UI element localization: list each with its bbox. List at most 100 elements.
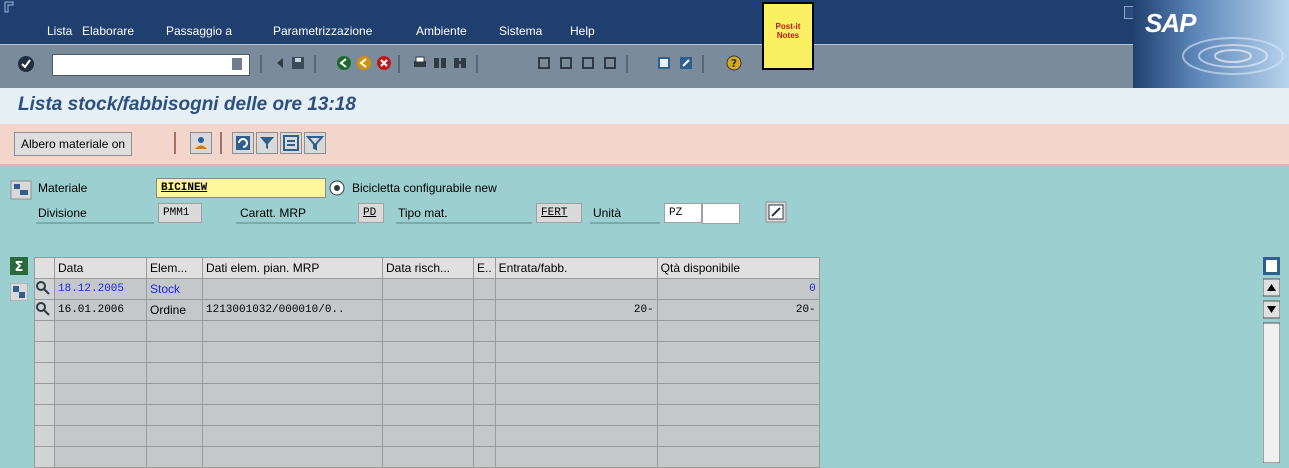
menu-parametrizzazione[interactable]: Parametrizzazione: [273, 24, 372, 38]
toolbar-separator: [314, 55, 316, 73]
select-all-header[interactable]: [34, 257, 55, 279]
last-page-icon[interactable]: [602, 55, 618, 71]
divisione-label: Divisione: [38, 206, 87, 220]
page-title: Lista stock/fabbisogni delle ore 13:18: [18, 94, 356, 115]
cell-e: [473, 299, 496, 321]
column-header[interactable]: Entrata/fabb.: [494, 257, 658, 279]
cancel-icon[interactable]: [376, 55, 392, 71]
toolbar-separator: [260, 55, 262, 73]
previous-page-icon[interactable]: [558, 55, 574, 71]
caratt-mrp-field: PD: [358, 203, 384, 223]
empty-row: [34, 404, 820, 426]
empty-row: [34, 341, 820, 363]
create-session-icon[interactable]: [656, 55, 672, 71]
next-page-icon[interactable]: [580, 55, 596, 71]
cell-qta: 0: [656, 278, 820, 300]
column-header[interactable]: Elem...: [146, 257, 203, 279]
cell-data: 18.12.2005: [54, 278, 147, 300]
empty-row: [34, 425, 820, 447]
menu-elaborare[interactable]: Elaborare: [82, 24, 134, 38]
cell-data: 16.01.2006: [54, 299, 147, 321]
filter-icon[interactable]: [256, 132, 278, 154]
svg-text:Σ: Σ: [15, 260, 24, 275]
command-field[interactable]: [52, 54, 250, 76]
tipo-mat-field: FERT: [536, 203, 582, 223]
column-header[interactable]: E..: [473, 257, 496, 279]
save-icon[interactable]: [290, 55, 306, 71]
table-header-row: Data Elem... Dati elem. pian. MRP Data r…: [34, 257, 820, 279]
toolbar-separator: [702, 55, 704, 73]
sap-logo: SAP: [1145, 8, 1196, 38]
sum-icon[interactable]: Σ: [10, 257, 28, 275]
find-next-icon[interactable]: [452, 55, 468, 71]
column-header[interactable]: Dati elem. pian. MRP: [202, 257, 383, 279]
edit-icon[interactable]: [765, 201, 787, 223]
cell-dati: [202, 278, 383, 300]
toolbar-separator: [398, 55, 400, 73]
menu-sistema[interactable]: Sistema: [499, 24, 542, 38]
divisione-field: PMM1: [158, 203, 202, 223]
post-it-label: Post-it Notes: [775, 22, 801, 40]
back-arrow-icon[interactable]: [272, 55, 288, 71]
details-icon[interactable]: [280, 132, 302, 154]
material-tree-icon[interactable]: [10, 180, 32, 200]
toolbar-separator: [476, 55, 478, 73]
row-detail-icon[interactable]: [34, 278, 55, 300]
label-underline: [36, 222, 154, 224]
settings-filter-icon[interactable]: [304, 132, 326, 154]
cell-qta: 20-: [656, 299, 820, 321]
unita-field: PZ: [664, 203, 702, 223]
label-underline: [236, 222, 356, 224]
toolbar-separator: [626, 55, 628, 73]
cell-elem: Stock: [146, 278, 203, 300]
toolbar-separator: [220, 132, 222, 154]
stock-requirements-table: Data Elem... Dati elem. pian. MRP Data r…: [34, 257, 820, 468]
search-help-icon[interactable]: [329, 180, 345, 196]
window-menu-icon[interactable]: [3, 0, 17, 14]
cell-e: [473, 278, 496, 300]
command-history-icon[interactable]: [232, 58, 242, 70]
table-row[interactable]: 16.01.2006 Ordine 1213001032/000010/0.. …: [34, 299, 820, 321]
user-icon[interactable]: [190, 132, 212, 154]
cell-dati: 1213001032/000010/0..: [202, 299, 383, 321]
unita-label: Unità: [593, 206, 622, 220]
first-page-icon[interactable]: [536, 55, 552, 71]
cell-data-risch: [382, 278, 474, 300]
unita-extra-field: [702, 203, 740, 224]
refresh-icon[interactable]: [232, 132, 254, 154]
column-header[interactable]: Data risch...: [382, 257, 474, 279]
enter-check-icon[interactable]: [18, 56, 34, 72]
vertical-scrollbar[interactable]: [1262, 257, 1281, 464]
materiale-description: Bicicletta configurabile new: [352, 181, 497, 195]
column-header[interactable]: Data: [54, 257, 147, 279]
layout-icon[interactable]: [10, 283, 28, 301]
materiale-label: Materiale: [38, 181, 88, 195]
exit-icon[interactable]: [356, 55, 372, 71]
menu-help[interactable]: Help: [570, 24, 595, 38]
row-detail-icon[interactable]: [34, 299, 55, 321]
column-header[interactable]: Qtà disponibile: [656, 257, 820, 279]
materiale-field[interactable]: BICINEW: [156, 178, 326, 198]
caratt-mrp-label: Caratt. MRP: [240, 206, 307, 220]
menu-lista[interactable]: Lista: [47, 24, 72, 38]
menu-ambiente[interactable]: Ambiente: [416, 24, 467, 38]
cell-entrata: [494, 278, 658, 300]
back-icon[interactable]: [336, 55, 352, 71]
empty-row: [34, 320, 820, 342]
find-icon[interactable]: [432, 55, 448, 71]
empty-row: [34, 383, 820, 405]
table-row[interactable]: 18.12.2005 Stock 0: [34, 278, 820, 300]
menu-passaggio-a[interactable]: Passaggio a: [166, 24, 232, 38]
empty-row: [34, 446, 820, 468]
shortcut-icon[interactable]: [678, 55, 694, 71]
help-icon[interactable]: ?: [726, 55, 742, 71]
empty-row: [34, 362, 820, 384]
material-tree-button[interactable]: Albero materiale on: [14, 132, 133, 156]
svg-text:?: ?: [731, 57, 737, 70]
label-underline: [396, 222, 532, 224]
tipo-mat-label: Tipo mat.: [398, 206, 448, 220]
cell-elem: Ordine: [146, 299, 203, 321]
toolbar-separator: [174, 132, 176, 154]
print-icon[interactable]: [412, 55, 428, 71]
cell-entrata: 20-: [494, 299, 658, 321]
